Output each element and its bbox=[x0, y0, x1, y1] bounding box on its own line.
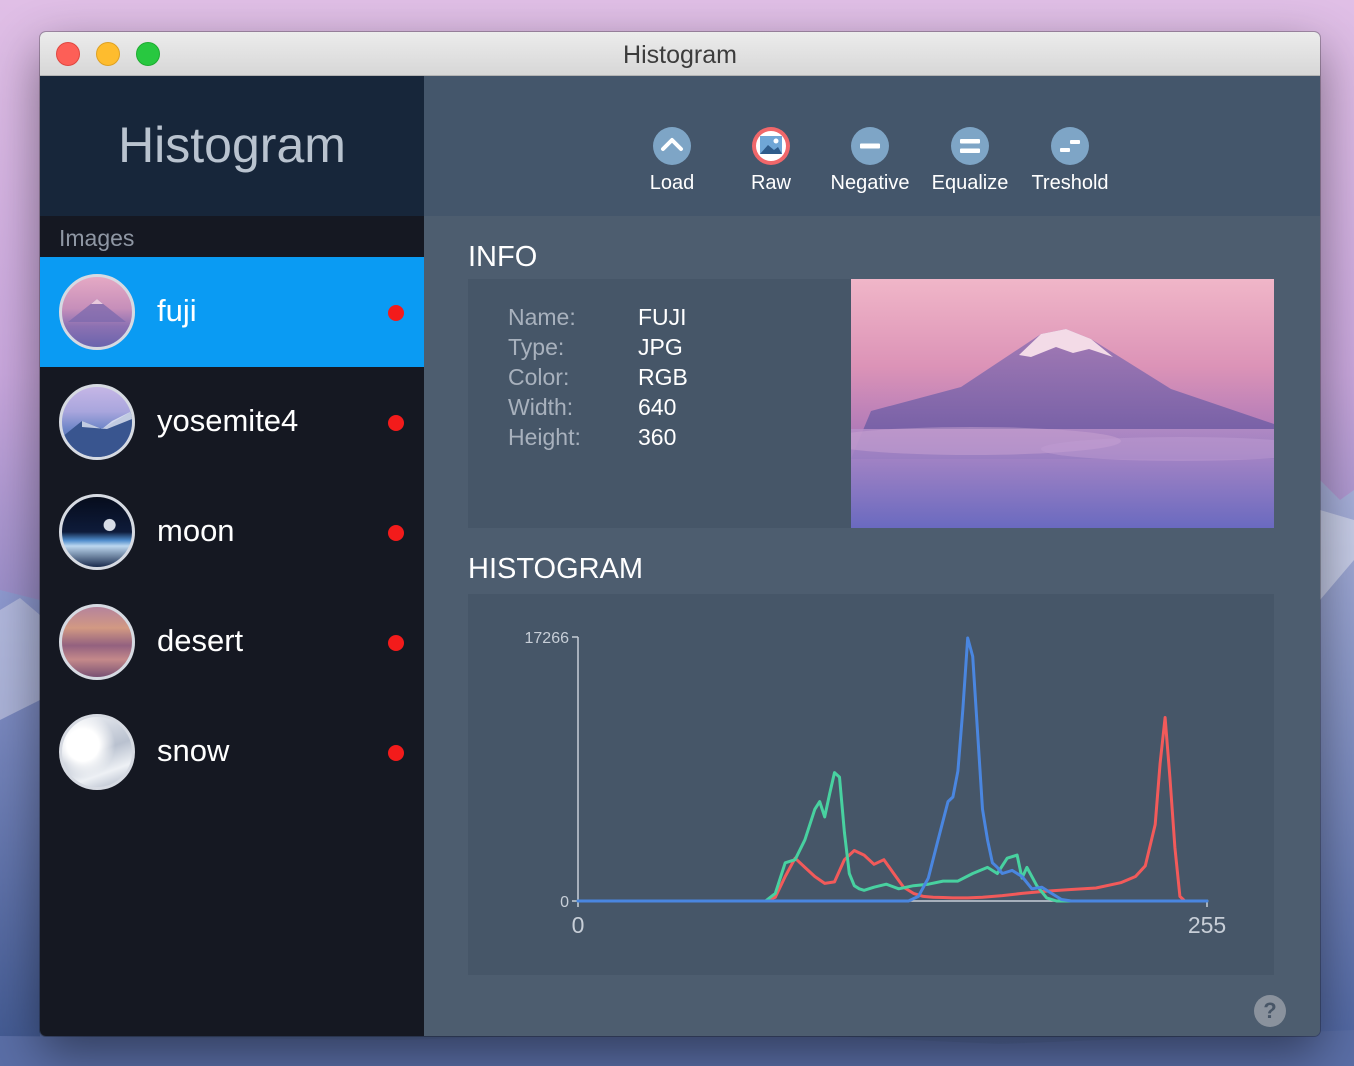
y-tick-label: 0 bbox=[560, 894, 569, 911]
threshold-icon bbox=[1051, 127, 1089, 165]
negative-label: Negative bbox=[830, 172, 910, 194]
sidebar-header: Histogram bbox=[40, 76, 424, 216]
image-item-snow[interactable]: snow bbox=[40, 697, 424, 807]
image-item-label: desert bbox=[157, 623, 244, 658]
image-item-label: moon bbox=[157, 513, 235, 548]
histogram-section-title: HISTOGRAM bbox=[468, 553, 644, 585]
y-tick-label: 17266 bbox=[525, 630, 570, 647]
info-key: Width: bbox=[508, 394, 574, 420]
info-value: RGB bbox=[638, 364, 688, 390]
snow-thumbnail bbox=[59, 714, 135, 790]
green-channel-line bbox=[576, 771, 1209, 903]
title-bar: Histogram bbox=[40, 32, 1320, 76]
info-row-type: Type: JPG bbox=[508, 332, 688, 362]
threshold-label: Treshold bbox=[1031, 172, 1109, 194]
load-button[interactable]: Load bbox=[622, 126, 722, 195]
status-dot bbox=[388, 415, 404, 431]
yosemite4-thumbnail bbox=[59, 384, 135, 460]
info-key: Name: bbox=[508, 304, 576, 330]
info-row-color: Color: RGB bbox=[508, 362, 688, 392]
raw-button[interactable]: Raw bbox=[721, 126, 821, 195]
main-panel: Load Raw Negative Equalize Treshold INFO… bbox=[424, 76, 1320, 1036]
info-key: Height: bbox=[508, 424, 581, 450]
histogram-chart: 17266 00 255 bbox=[525, 630, 1227, 938]
image-item-label: fuji bbox=[157, 293, 197, 328]
image-item-desert[interactable]: desert bbox=[40, 587, 424, 697]
moon-thumbnail bbox=[59, 494, 135, 570]
sidebar: Histogram Images fuji yosemite4 moon des… bbox=[40, 76, 424, 1036]
window-title: Histogram bbox=[623, 41, 737, 69]
red-channel-line bbox=[576, 716, 1209, 903]
info-row-height: Height: 360 bbox=[508, 422, 688, 452]
image-item-label: yosemite4 bbox=[157, 403, 299, 438]
image-icon bbox=[752, 127, 790, 165]
image-preview bbox=[851, 279, 1274, 528]
image-list: fuji yosemite4 moon desert snow bbox=[40, 257, 424, 807]
info-table: Name: FUJI Type: JPG Color: RGB Width: 640 H… bbox=[508, 302, 688, 452]
blue-channel-line bbox=[576, 636, 1209, 903]
chevron-up-icon bbox=[653, 127, 691, 165]
equals-icon bbox=[951, 127, 989, 165]
load-label: Load bbox=[649, 172, 695, 194]
image-item-label: snow bbox=[157, 733, 230, 768]
histogram-panel: 17266 0 0 255 bbox=[468, 594, 1274, 975]
raw-label: Raw bbox=[750, 172, 791, 194]
status-dot bbox=[388, 745, 404, 761]
equalize-button[interactable]: Equalize bbox=[920, 126, 1020, 195]
app-title: Histogram bbox=[118, 117, 346, 173]
toolbar: Load Raw Negative Equalize Treshold bbox=[424, 76, 1320, 216]
desert-thumbnail bbox=[59, 604, 135, 680]
threshold-button[interactable]: Treshold bbox=[1020, 126, 1120, 195]
info-value: JPG bbox=[638, 334, 683, 360]
status-dot bbox=[388, 635, 404, 651]
info-value: 360 bbox=[638, 424, 677, 450]
info-key: Color: bbox=[508, 364, 570, 390]
fuji-thumbnail bbox=[59, 274, 135, 350]
status-dot bbox=[388, 305, 404, 321]
images-section-label: Images bbox=[59, 225, 135, 251]
status-dot bbox=[388, 525, 404, 541]
x-tick-label: 0 bbox=[572, 912, 585, 938]
info-key: Type: bbox=[508, 334, 565, 360]
image-item-yosemite4[interactable]: yosemite4 bbox=[40, 367, 424, 477]
info-panel: Name: FUJI Type: JPG Color: RGB Width: 640 H… bbox=[468, 279, 1274, 528]
info-section-title: INFO bbox=[468, 241, 538, 273]
info-value: 640 bbox=[638, 394, 677, 420]
image-item-fuji[interactable]: fuji bbox=[40, 257, 424, 367]
info-row-width: Width: 640 bbox=[508, 392, 688, 422]
minus-icon bbox=[851, 127, 889, 165]
equalize-label: Equalize bbox=[931, 172, 1009, 194]
x-tick-label: 255 bbox=[1188, 912, 1226, 938]
negative-button[interactable]: Negative bbox=[820, 126, 920, 195]
image-item-moon[interactable]: moon bbox=[40, 477, 424, 587]
help-button[interactable]: ? bbox=[1254, 995, 1286, 1027]
app-window: Histogram Histogram Images fuji yosemite… bbox=[40, 32, 1320, 1036]
info-value: FUJI bbox=[638, 304, 687, 330]
info-row-name: Name: FUJI bbox=[508, 302, 688, 332]
